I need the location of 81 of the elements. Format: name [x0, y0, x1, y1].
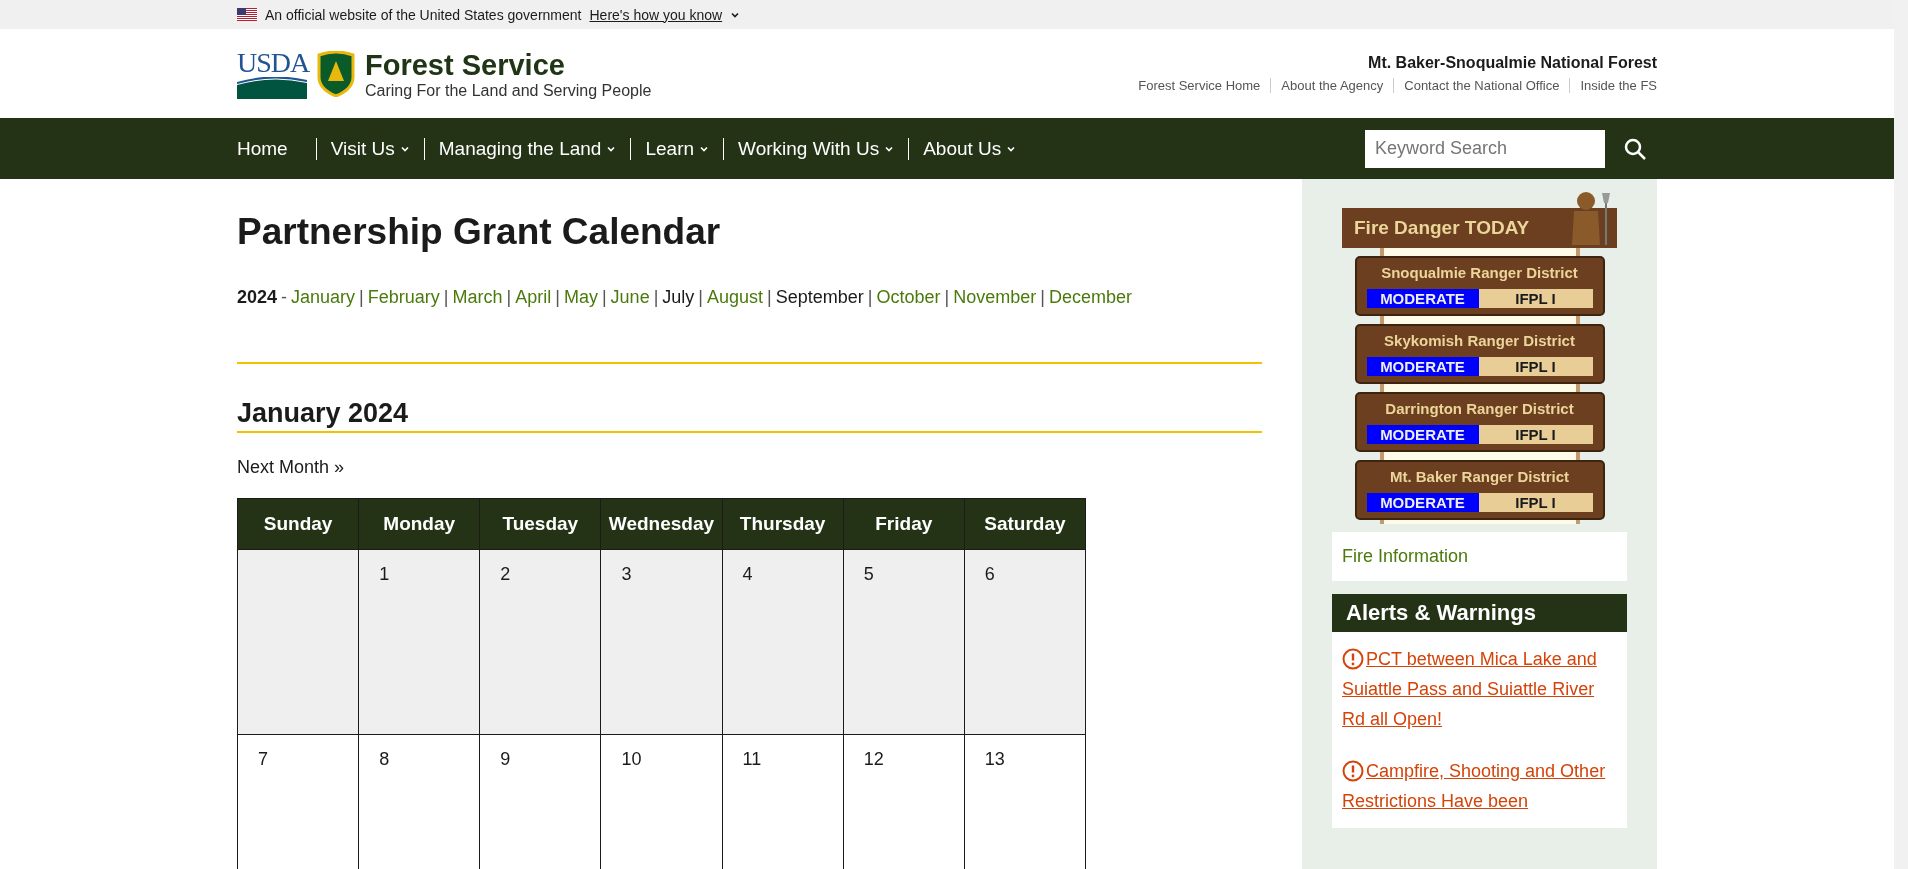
restriction-level: IFPL I: [1478, 493, 1593, 512]
month-separator: |: [443, 287, 449, 308]
month-separator: |: [359, 287, 364, 308]
gov-banner-text: An official website of the United States government: [265, 6, 582, 23]
year-label: 2024: [237, 287, 278, 308]
weekday-header: Monday: [358, 498, 480, 550]
danger-rating: MODERATE: [1366, 289, 1479, 308]
restriction-level: IFPL I: [1478, 425, 1593, 444]
month-separator: |: [506, 287, 512, 308]
alerts-heading: Alerts & Warnings: [1332, 594, 1627, 632]
header-link[interactable]: Contact the National Office: [1393, 78, 1570, 93]
header-link[interactable]: About the Agency: [1270, 78, 1394, 93]
month-separator: |: [1040, 287, 1045, 308]
month-separator: |: [867, 287, 873, 308]
month-link[interactable]: December: [1048, 287, 1132, 308]
restriction-level: IFPL I: [1478, 289, 1593, 308]
page-title: Partnership Grant Calendar: [237, 211, 722, 253]
alert-link[interactable]: Campfire, Shooting and Other Restrictions Have been: [1342, 756, 1617, 816]
month-link[interactable]: June: [610, 287, 650, 308]
month-link[interactable]: July: [662, 287, 695, 308]
site-tagline: Caring For the Land and Serving People: [365, 81, 652, 100]
month-separator: |: [601, 287, 607, 308]
year-separator: -: [281, 287, 288, 308]
month-link[interactable]: November: [953, 287, 1037, 308]
day-cell: 1: [358, 549, 480, 735]
day-cell: 6: [964, 549, 1086, 735]
weekday-header: Thursday: [722, 498, 844, 550]
day-cell: 5: [843, 549, 965, 735]
month-separator: |: [653, 287, 659, 308]
district-name: Skykomish Ranger District: [1384, 332, 1575, 349]
alert-icon: [1342, 648, 1364, 670]
weekday-header: Sunday: [237, 498, 359, 550]
month-heading: January 2024: [237, 398, 1262, 433]
flag-icon: [237, 8, 257, 21]
alert-link[interactable]: PCT between Mica Lake and Suiattle Pass and Suiattle River Rd all Open!: [1342, 644, 1617, 734]
day-cell: 3: [600, 549, 723, 735]
nav-item[interactable]: Managing the Land: [423, 137, 631, 160]
district-name: Darrington Ranger District: [1385, 400, 1574, 417]
danger-rating: MODERATE: [1366, 493, 1479, 512]
shield-icon: [317, 50, 355, 97]
month-link[interactable]: October: [876, 287, 941, 308]
month-link[interactable]: March: [452, 287, 503, 308]
month-link[interactable]: February: [367, 287, 440, 308]
weekday-header: Tuesday: [479, 498, 601, 550]
site-title[interactable]: Forest Service: [365, 47, 652, 82]
fire-danger-title: Fire Danger TODAY: [1354, 217, 1530, 239]
nav-item[interactable]: About Us: [908, 137, 1031, 160]
nav-item[interactable]: Home: [237, 137, 316, 160]
nav-item[interactable]: Working With Us: [723, 137, 909, 160]
weekday-header: Friday: [843, 498, 965, 550]
month-separator: |: [555, 287, 560, 308]
day-cell: 4: [722, 549, 844, 735]
danger-rating: MODERATE: [1366, 425, 1479, 444]
how-you-know-link[interactable]: Here's how you know: [589, 6, 723, 23]
month-link[interactable]: April: [515, 287, 552, 308]
header-link[interactable]: Forest Service Home: [1128, 78, 1271, 93]
fire-info-link[interactable]: Fire Information: [1342, 546, 1469, 566]
district-name: Snoqualmie Ranger District: [1381, 264, 1578, 281]
month-separator: |: [944, 287, 950, 308]
day-cell: 7: [237, 734, 359, 869]
hills-icon: [237, 76, 307, 99]
month-separator: |: [767, 287, 772, 308]
month-link[interactable]: May: [563, 287, 598, 308]
month-separator: |: [698, 287, 704, 308]
search-field[interactable]: Keyword Search: [1365, 129, 1605, 168]
weekday-header: Wednesday: [600, 498, 723, 550]
next-month-link[interactable]: Next Month »: [237, 457, 345, 478]
nav-item[interactable]: Learn: [630, 137, 724, 160]
month-link[interactable]: January: [291, 287, 356, 308]
forest-name: Mt. Baker-Snoqualmie National Forest: [1367, 54, 1657, 72]
day-cell: 2: [479, 549, 601, 735]
restriction-level: IFPL I: [1478, 357, 1593, 376]
search-icon[interactable]: [1623, 136, 1647, 161]
weekday-header: Saturday: [964, 498, 1086, 550]
district-name: Mt. Baker Ranger District: [1389, 468, 1570, 485]
nav-item[interactable]: Visit Us: [315, 137, 424, 160]
alert-icon: [1342, 760, 1364, 782]
danger-rating: MODERATE: [1366, 357, 1479, 376]
header-link[interactable]: Inside the FS: [1569, 78, 1657, 93]
month-link[interactable]: August: [707, 287, 764, 308]
month-link[interactable]: September: [775, 287, 864, 308]
